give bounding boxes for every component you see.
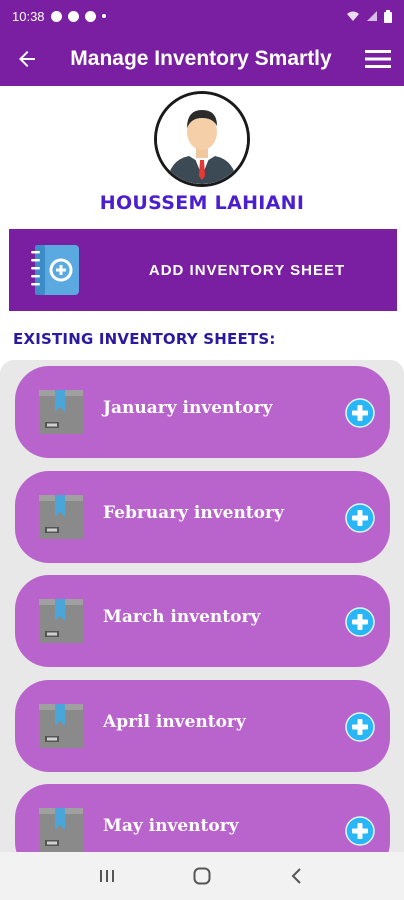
signal-icon	[367, 11, 377, 21]
sheet-label: May inventory	[103, 816, 239, 836]
add-inventory-sheet-button[interactable]: ADD INVENTORY SHEET	[9, 229, 397, 311]
box-icon	[39, 599, 83, 643]
wifi-icon	[347, 11, 359, 21]
avatar	[154, 91, 250, 187]
recents-icon[interactable]	[87, 856, 127, 896]
profile-section: HOUSSEM LAHIANI	[0, 86, 404, 226]
notification-icon	[50, 10, 62, 22]
section-title: EXISTING INVENTORY SHEETS:	[13, 330, 276, 348]
sheet-label: April inventory	[103, 712, 246, 732]
sheet-label: March inventory	[103, 607, 261, 627]
inventory-sheet-list[interactable]: January inventory February inventory Mar…	[0, 360, 404, 852]
sheet-label: February inventory	[103, 503, 284, 523]
box-icon	[39, 390, 83, 434]
plus-circle-icon[interactable]	[345, 816, 375, 846]
list-item[interactable]: March inventory	[15, 575, 390, 667]
plus-circle-icon[interactable]	[345, 503, 375, 533]
notification-icon	[84, 10, 96, 22]
box-icon	[39, 704, 83, 748]
list-item[interactable]: April inventory	[15, 680, 390, 772]
box-icon	[39, 808, 83, 852]
notification-icon	[67, 10, 79, 22]
plus-circle-icon[interactable]	[345, 398, 375, 428]
add-inventory-sheet-label: ADD INVENTORY SHEET	[148, 261, 346, 279]
plus-circle-icon[interactable]	[345, 607, 375, 637]
sheet-label: January inventory	[103, 398, 273, 418]
app-title: Manage Inventory Smartly	[70, 47, 332, 70]
list-item[interactable]: May inventory	[15, 784, 390, 852]
box-icon	[39, 495, 83, 539]
system-nav-bar	[0, 852, 404, 900]
battery-icon	[384, 9, 392, 23]
list-item[interactable]: January inventory	[15, 366, 390, 458]
status-bar: 10:38	[0, 0, 404, 32]
plus-circle-icon[interactable]	[345, 712, 375, 742]
user-name: HOUSSEM LAHIANI	[99, 192, 305, 214]
hamburger-menu-icon[interactable]	[352, 32, 404, 86]
back-icon[interactable]	[277, 856, 317, 896]
notebook-add-icon	[27, 241, 85, 299]
status-time: 10:38	[12, 8, 45, 24]
list-item[interactable]: February inventory	[15, 471, 390, 563]
app-bar: Manage Inventory Smartly	[0, 32, 404, 86]
home-icon[interactable]	[182, 856, 222, 896]
more-notifications-icon	[101, 14, 106, 18]
arrow-left-icon[interactable]	[0, 32, 54, 86]
